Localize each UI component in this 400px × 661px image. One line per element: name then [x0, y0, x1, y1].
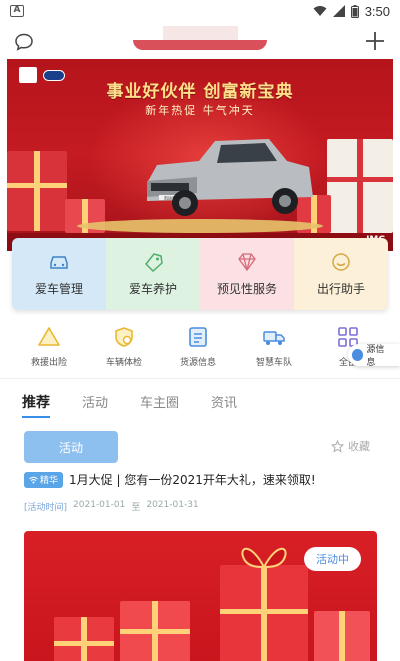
essence-badge: 精华	[24, 471, 64, 488]
section-divider	[0, 378, 400, 379]
signal-icon	[332, 5, 345, 17]
banner-title: 事业好伙伴 创富新宝典	[106, 82, 294, 102]
quick-link-label: 智慧车队	[255, 358, 292, 368]
gift-box	[314, 611, 370, 661]
tab-activities[interactable]: 活动	[82, 384, 108, 420]
quick-link-cargo-info[interactable]: 货源信息	[158, 326, 238, 368]
date-separator: 至	[131, 503, 141, 513]
app-notification-icon: A	[10, 5, 24, 17]
quick-link-inspection[interactable]: 车辆体检	[84, 326, 164, 368]
post-title-row[interactable]: 精华 1月大促 | 您有一份2021开年大礼，速来领取!	[24, 471, 384, 488]
source-info-icon	[352, 349, 364, 361]
badge-label: 精华	[40, 476, 59, 486]
service-card-car-care[interactable]: 爱车养护	[106, 238, 200, 310]
gift-box-left	[7, 151, 67, 231]
time-label: [活动时间]	[24, 503, 68, 513]
service-label: 爱车养护	[128, 281, 177, 296]
tag-icon	[144, 252, 163, 272]
promo-banner[interactable]: 事业好伙伴 创富新宝典 新年热促 牛气冲天 凯运尊 JMC	[7, 59, 393, 251]
favorite-label: 收藏	[348, 440, 370, 453]
star-icon	[331, 439, 344, 453]
shield-check-icon	[115, 327, 133, 347]
floating-chip-label: 源信息	[366, 345, 385, 368]
post-image[interactable]: 活动中	[24, 531, 377, 661]
favorite-button[interactable]: 收藏	[331, 438, 370, 454]
floating-source-info-button[interactable]: 源信息	[348, 344, 400, 368]
end-date: 2021-01-31	[146, 500, 199, 510]
tab-recommended[interactable]: 推荐	[22, 384, 50, 420]
post-category-button[interactable]: 活动	[24, 431, 118, 463]
pickup-truck-image: 凯运尊	[147, 139, 313, 216]
top-bar	[0, 24, 400, 60]
post-title: 1月大促 | 您有一份2021开年大礼，速来领取!	[69, 473, 316, 487]
quick-link-label: 货源信息	[179, 358, 216, 368]
activity-status-badge: 活动中	[304, 547, 361, 571]
quick-link-smart-fleet[interactable]: 智慧车队	[234, 326, 314, 368]
service-card-travel-assistant[interactable]: 出行助手	[294, 238, 388, 310]
service-label: 预见性服务	[216, 281, 277, 296]
post-meta: [活动时间] 2021-01-01 至 2021-01-31	[24, 500, 199, 513]
service-label: 爱车管理	[34, 281, 83, 296]
banner-subtitle: 新年热促 牛气冲天	[145, 104, 255, 117]
gift-bow-icon	[241, 547, 287, 570]
status-bar: A 3:50	[0, 0, 400, 22]
gift-box	[220, 565, 308, 661]
wifi-badge-icon	[29, 476, 38, 483]
service-cards: 爱车管理 爱车养护 预见性服务 出行助手	[12, 238, 388, 310]
wifi-icon	[313, 6, 327, 16]
tab-owner-circle[interactable]: 车主圈	[140, 384, 179, 420]
car-icon	[50, 255, 68, 269]
header-decoration	[133, 26, 267, 60]
quick-link-label: 救援出险	[30, 358, 67, 368]
plus-icon[interactable]	[364, 30, 386, 52]
clock: 3:50	[364, 3, 390, 19]
diamond-icon	[238, 252, 256, 271]
tab-news[interactable]: 资讯	[211, 384, 237, 420]
start-date: 2021-01-01	[73, 500, 126, 510]
battery-icon	[350, 4, 359, 18]
service-card-car-management[interactable]: 爱车管理	[12, 238, 106, 310]
warning-triangle-icon	[38, 327, 60, 346]
service-card-predictive-service[interactable]: 预见性服务	[200, 238, 294, 310]
quick-links: 救援出险 车辆体检 货源信息 智慧车队 全部	[0, 326, 400, 372]
gift-box	[120, 601, 190, 661]
smile-icon	[332, 252, 350, 271]
document-icon	[189, 327, 207, 347]
gift-box	[54, 617, 114, 661]
service-label: 出行助手	[316, 281, 365, 296]
content-tabs: 推荐 活动 车主圈 资讯	[22, 384, 269, 420]
truck-icon	[263, 331, 285, 345]
quick-link-rescue[interactable]: 救援出险	[9, 326, 89, 368]
quick-link-label: 车辆体检	[105, 358, 142, 368]
gift-box-right	[327, 139, 393, 233]
chat-bubble-icon[interactable]	[14, 32, 34, 52]
